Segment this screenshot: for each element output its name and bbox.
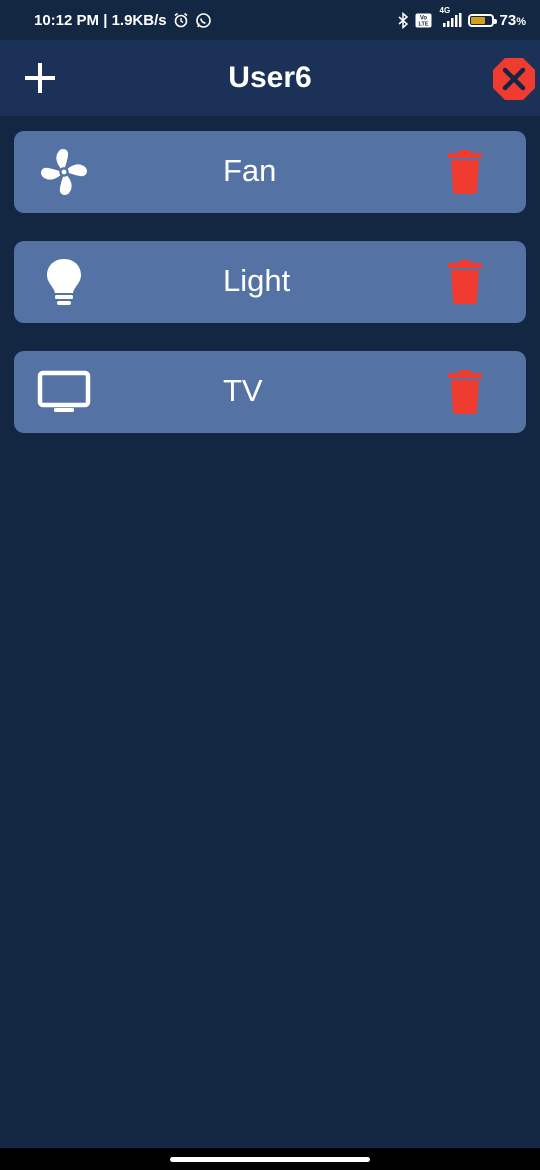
signal-icon: 4G <box>438 6 462 28</box>
status-time-speed: 10:12 PM | 1.9KB/s <box>34 11 167 29</box>
device-card-light[interactable]: Light <box>14 241 526 323</box>
lightbulb-icon <box>36 254 92 310</box>
trash-icon <box>448 260 482 304</box>
status-bar: 10:12 PM | 1.9KB/s Vo LTE 4G 73% <box>0 0 540 40</box>
fan-icon <box>36 144 92 200</box>
app-bar: User6 <box>0 40 540 116</box>
add-device-button[interactable] <box>20 58 60 98</box>
alarm-icon <box>173 12 189 28</box>
battery-fill <box>470 16 486 24</box>
bluetooth-icon <box>397 11 409 29</box>
plus-icon <box>25 63 55 93</box>
device-card-fan[interactable]: Fan <box>14 131 526 213</box>
svg-text:LTE: LTE <box>418 21 428 27</box>
battery-percent: 73% <box>499 11 526 29</box>
trash-icon <box>448 150 482 194</box>
home-indicator[interactable] <box>170 1157 370 1162</box>
device-label: Fan <box>223 153 277 188</box>
close-octagon-icon <box>493 58 535 100</box>
delete-light-button[interactable] <box>444 257 486 307</box>
navigation-bar <box>0 1148 540 1170</box>
volte-icon: Vo LTE <box>415 13 432 28</box>
device-label: Light <box>223 263 291 298</box>
network-type: 4G <box>439 6 451 15</box>
trash-icon <box>448 370 482 414</box>
device-label: TV <box>223 373 263 408</box>
close-button[interactable] <box>492 57 536 101</box>
delete-fan-button[interactable] <box>444 147 486 197</box>
device-card-tv[interactable]: TV <box>14 351 526 433</box>
page-title: User6 <box>228 61 312 94</box>
whatsapp-icon <box>195 12 212 29</box>
device-list: Fan Light TV <box>14 131 526 461</box>
tv-icon <box>36 364 92 420</box>
delete-tv-button[interactable] <box>444 367 486 417</box>
status-left: 10:12 PM | 1.9KB/s <box>34 12 212 29</box>
status-right: Vo LTE 4G 73% <box>397 6 526 29</box>
battery-icon <box>467 13 497 27</box>
